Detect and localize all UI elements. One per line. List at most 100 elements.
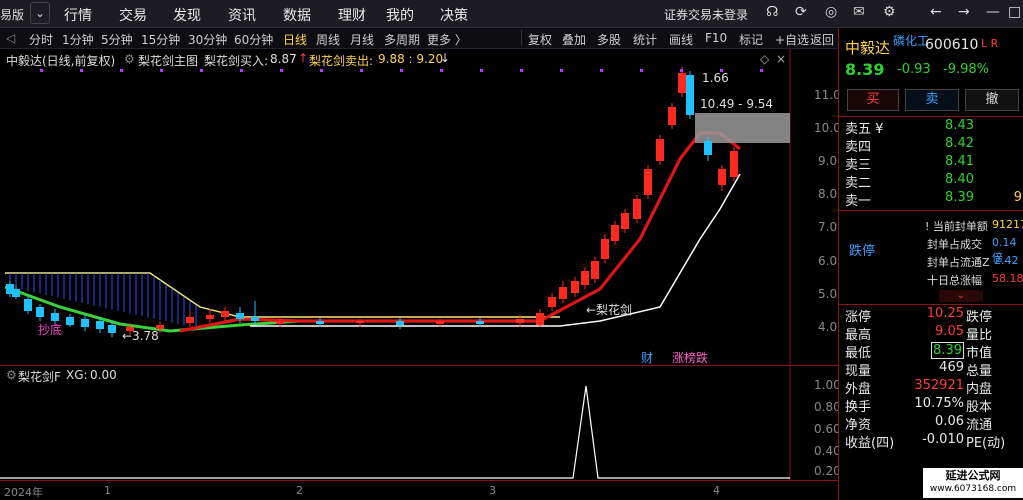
buy-value: 8.87 [270, 52, 297, 66]
indicator-subchart[interactable]: ⚙ 梨花剑F XG: 0.00 1.00 0.80 0.60 0.40 0.20 [0, 365, 841, 481]
buy-label: 梨花剑买入: [204, 54, 269, 68]
maximize-icon[interactable]: □ [1008, 4, 1021, 20]
candle-body [396, 321, 404, 325]
login-status[interactable]: 证券交易未登录 [664, 6, 748, 23]
multi-stock-button[interactable]: 多股 [597, 31, 621, 48]
period-15min[interactable]: 15分钟 [141, 31, 180, 48]
price-change-pct: -9.98% [943, 62, 989, 77]
period-1min[interactable]: 1分钟 [62, 31, 94, 48]
ask-row-4[interactable]: 卖四 8.42 [839, 136, 1023, 155]
forward-arrow-icon[interactable]: → [958, 4, 970, 20]
sub-y-tick: 0.40 [814, 444, 841, 458]
minimize-icon[interactable]: — [986, 4, 1000, 20]
nav-data[interactable]: 数据 [283, 5, 311, 25]
sell-value: 9.88 : 9.20 [378, 52, 444, 66]
cancel-order-button[interactable]: 撤 [965, 89, 1019, 111]
nav-quotes[interactable]: 行情 [64, 5, 92, 25]
close-indicator-icon[interactable]: × [776, 52, 786, 66]
stats-row: 现量 469 总量 [839, 360, 1023, 379]
stock-tags: L R [981, 37, 999, 50]
add-watchlist-button[interactable]: +自选 [775, 31, 809, 48]
red-trend-line [179, 131, 741, 333]
ask-label: 卖一 [845, 194, 872, 209]
period-multi[interactable]: 多周期 [384, 31, 420, 48]
candle-body [96, 321, 104, 329]
stat-label: 收益(四) [845, 436, 895, 451]
ask-row-5[interactable]: 卖五 ¥ 8.43 [839, 118, 1023, 137]
nav-trade[interactable]: 交易 [119, 5, 147, 25]
subchart-canvas[interactable] [0, 366, 838, 481]
f10-button[interactable]: F10 [705, 31, 727, 45]
collapse-icon[interactable]: ◁ [6, 31, 15, 45]
period-daily[interactable]: 日线 [283, 31, 307, 48]
period-timeshare[interactable]: 分时 [29, 31, 53, 48]
main-kline-chart[interactable]: 中毅达(日线,前复权) ⚙ 梨花剑主图 梨花剑买入: 8.87 ↑ 梨花剑卖出:… [0, 49, 848, 366]
down-arrow-icon: ↓ [440, 51, 451, 65]
period-5min[interactable]: 5分钟 [101, 31, 133, 48]
ranking-badge[interactable]: 涨榜跌 [672, 349, 708, 366]
nav-discover[interactable]: 发现 [173, 5, 201, 25]
stat-value: 10.25 [926, 306, 964, 321]
subchart-settings-icon[interactable]: ⚙ [6, 368, 17, 382]
seal-label: ! 当前封单额 [925, 220, 988, 233]
stat-label-2: PE(动) [966, 436, 1006, 451]
candle-body [108, 325, 116, 333]
white-line [250, 173, 741, 327]
watermark: 延进公式网 www.6073168.com [923, 468, 1023, 498]
globe-icon[interactable]: ◎ [825, 4, 837, 20]
refresh-icon[interactable]: ⟳ [795, 4, 807, 20]
stats-button[interactable]: 统计 [633, 31, 657, 48]
back-arrow-icon[interactable]: ← [930, 4, 942, 20]
edition-label[interactable]: 易版 [0, 6, 24, 23]
signal-dot [160, 69, 163, 72]
ask-label: 卖四 [845, 140, 872, 155]
stat-value: 10.75% [914, 396, 964, 411]
period-60min[interactable]: 60分钟 [234, 31, 273, 48]
mail-icon[interactable]: ✉ [853, 4, 865, 20]
indicator-name[interactable]: 梨花剑主图 [138, 52, 198, 69]
buy-button[interactable]: 买 [847, 89, 899, 111]
stats-row: 收益(四) -0.010 PE(动) [839, 432, 1023, 451]
candle-body [12, 289, 20, 297]
signal-dot [280, 69, 283, 72]
overlay-button[interactable]: 叠加 [562, 31, 586, 48]
seal-value: 58.18 [992, 272, 1023, 285]
ask-row-1[interactable]: 卖一 8.39 9 [839, 190, 1023, 209]
candle-body [571, 281, 579, 293]
gear-icon[interactable]: ⚙ [883, 4, 896, 20]
candle-body [678, 73, 686, 93]
period-weekly[interactable]: 周线 [316, 31, 340, 48]
ask-row-3[interactable]: 卖三 8.41 [839, 154, 1023, 173]
candle-body [559, 287, 567, 299]
candle-body [221, 311, 229, 317]
period-monthly[interactable]: 月线 [350, 31, 374, 48]
candle-body [686, 75, 694, 115]
candle-body [548, 297, 556, 307]
nav-decision[interactable]: 决策 [440, 5, 468, 25]
diamond-icon[interactable]: ◇ [760, 52, 769, 66]
ask-row-2[interactable]: 卖二 8.40 [839, 172, 1023, 191]
signal-dot [480, 69, 483, 72]
nav-news[interactable]: 资讯 [228, 5, 256, 25]
adjust-button[interactable]: 复权 [528, 31, 552, 48]
finance-badge[interactable]: 财 [641, 349, 653, 366]
draw-button[interactable]: 画线 [669, 31, 693, 48]
nav-mine[interactable]: 我的 [386, 5, 414, 25]
sell-button[interactable]: 卖 [905, 89, 959, 111]
mark-button[interactable]: 标记 [739, 31, 763, 48]
period-30min[interactable]: 30分钟 [188, 31, 227, 48]
period-more[interactable]: 更多 〉 [427, 31, 467, 48]
headset-icon[interactable]: ☊ [766, 4, 778, 20]
indicator-settings-icon[interactable]: ⚙ [124, 52, 135, 66]
sector-label[interactable]: 磷化工 [893, 32, 929, 49]
candle-body [656, 139, 664, 161]
expand-chevron-icon[interactable]: ⌄ [939, 290, 983, 302]
dropdown-button[interactable]: ⌄ [30, 2, 50, 24]
stat-label: 换手 [845, 400, 872, 415]
subchart-title[interactable]: 梨花剑F [18, 368, 61, 385]
chart-title: 中毅达(日线,前复权) [6, 54, 116, 68]
nav-finance[interactable]: 理财 [338, 5, 366, 25]
return-button[interactable]: 返回 [810, 31, 834, 48]
candle-body [633, 199, 641, 219]
stat-label: 涨停 [845, 310, 872, 325]
